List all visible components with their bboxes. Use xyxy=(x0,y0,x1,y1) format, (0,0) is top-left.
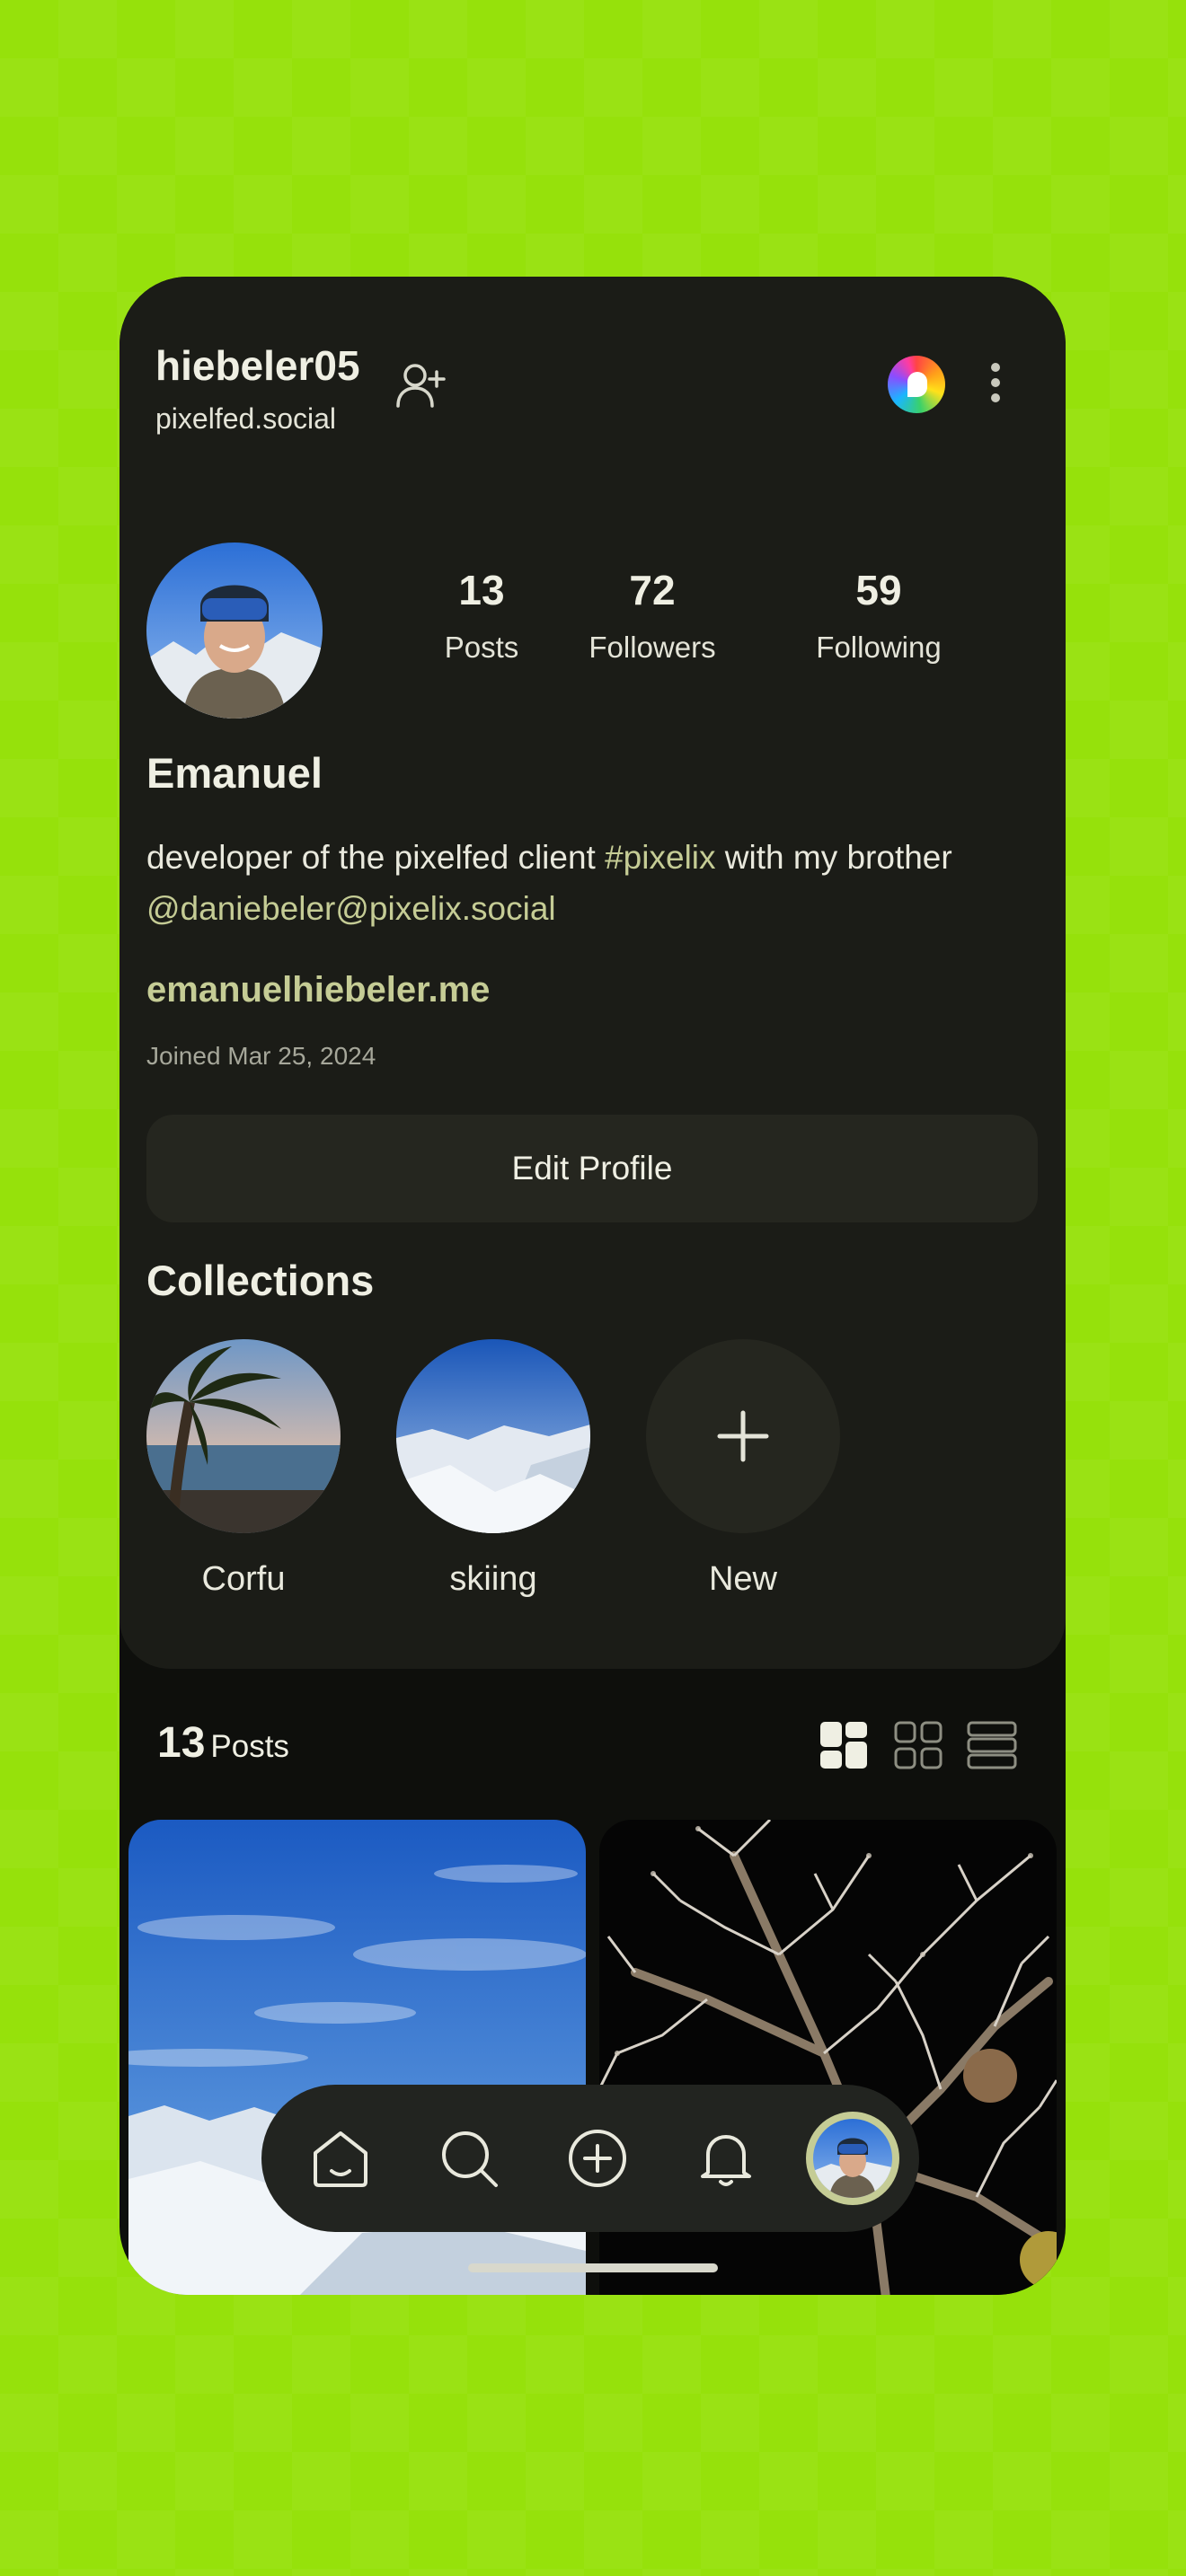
plus-icon xyxy=(646,1339,840,1533)
posts-number: 13 xyxy=(157,1719,206,1767)
new-collection-button[interactable]: New xyxy=(646,1339,840,1599)
collection-thumbnail xyxy=(396,1339,590,1533)
bottom-navigation xyxy=(261,2085,919,2232)
notifications-icon[interactable] xyxy=(683,2115,769,2201)
stat-following[interactable]: 59 Following xyxy=(789,566,969,665)
stat-followers[interactable]: 72 Followers xyxy=(562,566,742,665)
pixelfed-logo[interactable] xyxy=(888,356,945,413)
collection-skiing[interactable]: skiing xyxy=(396,1339,590,1599)
collection-label: Corfu xyxy=(201,1560,286,1598)
masonry-view-icon[interactable] xyxy=(819,1720,869,1770)
bio-mention-link[interactable]: @daniebeler@pixelix.social xyxy=(146,890,556,927)
posts-label: Posts xyxy=(444,631,519,664)
add-account-icon[interactable] xyxy=(394,359,447,413)
posts-count: 13 xyxy=(458,567,505,613)
collections-title: Collections xyxy=(146,1257,375,1304)
home-icon[interactable] xyxy=(297,2115,384,2201)
bio-text: developer of the pixelfed client xyxy=(146,839,606,876)
profile-avatar[interactable] xyxy=(146,543,323,719)
profile-card: hiebeler05 pixelfed.social 13 Posts 72 F… xyxy=(119,277,1066,1669)
username: hiebeler05 xyxy=(155,342,360,389)
bio-text: with my brother xyxy=(715,839,952,876)
collection-label: New xyxy=(708,1560,778,1598)
home-indicator[interactable] xyxy=(468,2263,718,2272)
add-post-icon[interactable] xyxy=(554,2115,641,2201)
stat-posts[interactable]: 13 Posts xyxy=(392,566,571,665)
collection-label: skiing xyxy=(449,1560,537,1598)
grid-view-icon[interactable] xyxy=(893,1720,943,1770)
list-view-icon[interactable] xyxy=(967,1720,1017,1770)
more-options-icon[interactable] xyxy=(988,363,1003,411)
bio: developer of the pixelfed client #pixeli… xyxy=(146,832,1054,934)
joined-date: Joined Mar 25, 2024 xyxy=(146,1042,376,1070)
search-icon[interactable] xyxy=(426,2115,512,2201)
following-label: Following xyxy=(816,631,942,664)
bio-hashtag-link[interactable]: #pixelix xyxy=(605,839,715,876)
posts-label: Posts xyxy=(210,1729,289,1764)
app-screen: hiebeler05 pixelfed.social 13 Posts 72 F… xyxy=(119,277,1066,2295)
edit-profile-button[interactable]: Edit Profile xyxy=(146,1115,1038,1222)
website-link[interactable]: emanuelhiebeler.me xyxy=(146,970,490,1010)
following-count: 59 xyxy=(855,567,902,613)
followers-label: Followers xyxy=(589,631,716,664)
server-name: pixelfed.social xyxy=(155,402,336,435)
display-name: Emanuel xyxy=(146,749,323,797)
collection-corfu[interactable]: Corfu xyxy=(146,1339,341,1599)
collection-thumbnail xyxy=(146,1339,341,1533)
followers-count: 72 xyxy=(629,567,676,613)
profile-avatar-tab[interactable] xyxy=(806,2112,899,2205)
posts-counter: 13 Posts xyxy=(157,1718,289,1768)
